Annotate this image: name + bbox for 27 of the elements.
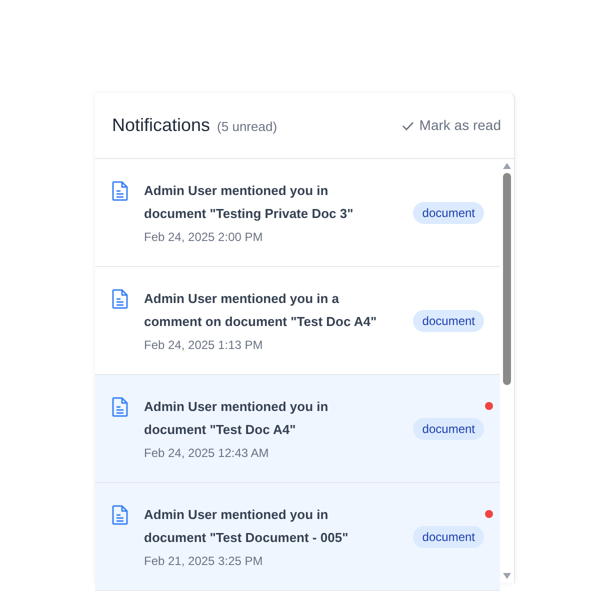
- scrollbar-thumb[interactable]: [503, 173, 511, 385]
- check-icon: [402, 120, 414, 130]
- notification-item[interactable]: Admin User mentioned you in a comment on document "Test Doc A4" Feb 24, 2025 1:13 PM document: [95, 267, 500, 375]
- unread-count: (5 unread): [217, 118, 278, 136]
- notification-message: Admin User mentioned you in document "Test Document - 005": [144, 506, 350, 547]
- notification-item[interactable]: Admin User mentioned you in document "Test Doc A4" Feb 24, 2025 12:43 AM document: [95, 375, 500, 483]
- notification-message: Admin User mentioned you in document "Testing Private Doc 3": [144, 182, 354, 223]
- notification-item[interactable]: Admin User mentioned you in document "Testing Private Doc 3" Feb 24, 2025 2:00 PM document: [95, 159, 500, 267]
- scroll-down-icon: [503, 573, 511, 579]
- mark-as-read-button[interactable]: Mark as read: [402, 115, 501, 136]
- notification-time: Feb 24, 2025 1:13 PM: [144, 337, 264, 354]
- tag-label: document: [413, 526, 484, 548]
- tag-label: document: [413, 202, 484, 224]
- notification-time: Feb 24, 2025 2:00 PM: [144, 229, 264, 246]
- document-icon: [112, 397, 128, 417]
- tag-label: document: [413, 418, 484, 440]
- document-icon: [112, 289, 128, 309]
- notification-message: Admin User mentioned you in a comment on document "Test Doc A4": [144, 290, 378, 331]
- panel-title: Notifications: [112, 114, 210, 137]
- document-icon: [112, 505, 128, 525]
- scroll-up-icon: [503, 163, 511, 169]
- notification-item[interactable]: Admin User mentioned you in document "Test Document - 005" Feb 21, 2025 3:25 PM document: [95, 483, 500, 591]
- document-icon: [112, 181, 128, 201]
- tag-label: document: [413, 310, 484, 332]
- notification-message: Admin User mentioned you in document "Test Doc A4": [144, 398, 330, 439]
- notification-time: Feb 24, 2025 12:43 AM: [144, 445, 270, 462]
- notification-time: Feb 21, 2025 3:25 PM: [144, 553, 264, 570]
